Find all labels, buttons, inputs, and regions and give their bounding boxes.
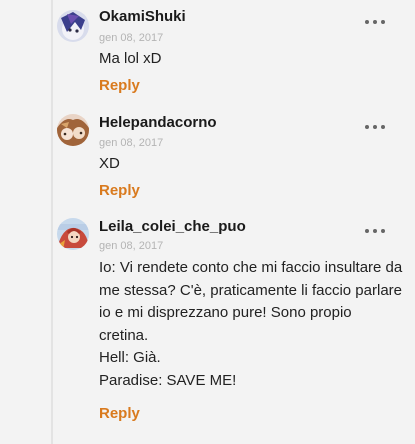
comment-text-line: io e mi disprezzano pure! Sono propio (99, 304, 352, 321)
comment-username[interactable]: OkamiShuki (99, 8, 186, 25)
comment-text-line: Ma lol xD (99, 50, 162, 67)
reply-button[interactable]: Reply (99, 77, 140, 94)
user-avatar[interactable] (57, 114, 89, 146)
comment-date: gen 08, 2017 (99, 240, 164, 252)
more-options-icon[interactable] (365, 17, 385, 27)
reply-button[interactable]: Reply (99, 405, 140, 422)
comment-username[interactable]: Helepandacorno (99, 114, 217, 131)
comment-date: gen 08, 2017 (99, 137, 164, 149)
more-options-icon[interactable] (365, 122, 385, 132)
comment-thread: OkamiShuki gen 08, 2017 Ma lol xD Reply … (51, 0, 415, 444)
reply-button[interactable]: Reply (99, 182, 140, 199)
comment-text-line: me stessa? C'è, praticamente li faccio p… (99, 281, 402, 299)
comment-text: XD (99, 153, 407, 176)
comment-text-line: cretina. (99, 326, 149, 344)
comment-username[interactable]: Leila_colei_che_puo (99, 218, 246, 235)
more-options-icon[interactable] (365, 226, 385, 236)
comment-text-line: Io: Vi rendete conto che mi faccio insul… (99, 259, 403, 276)
comment-date: gen 08, 2017 (99, 32, 164, 44)
comment-text-line: Paradise: SAVE ME! (99, 371, 237, 389)
comment-text-line: Hell: Già. (99, 349, 161, 366)
user-avatar[interactable] (57, 218, 89, 250)
user-avatar[interactable] (57, 10, 89, 42)
comment-text: Ma lol xD (99, 48, 407, 71)
comment-text-line: XD (99, 155, 120, 172)
comment-text: Io: Vi rendete conto che mi faccio insul… (99, 257, 407, 392)
